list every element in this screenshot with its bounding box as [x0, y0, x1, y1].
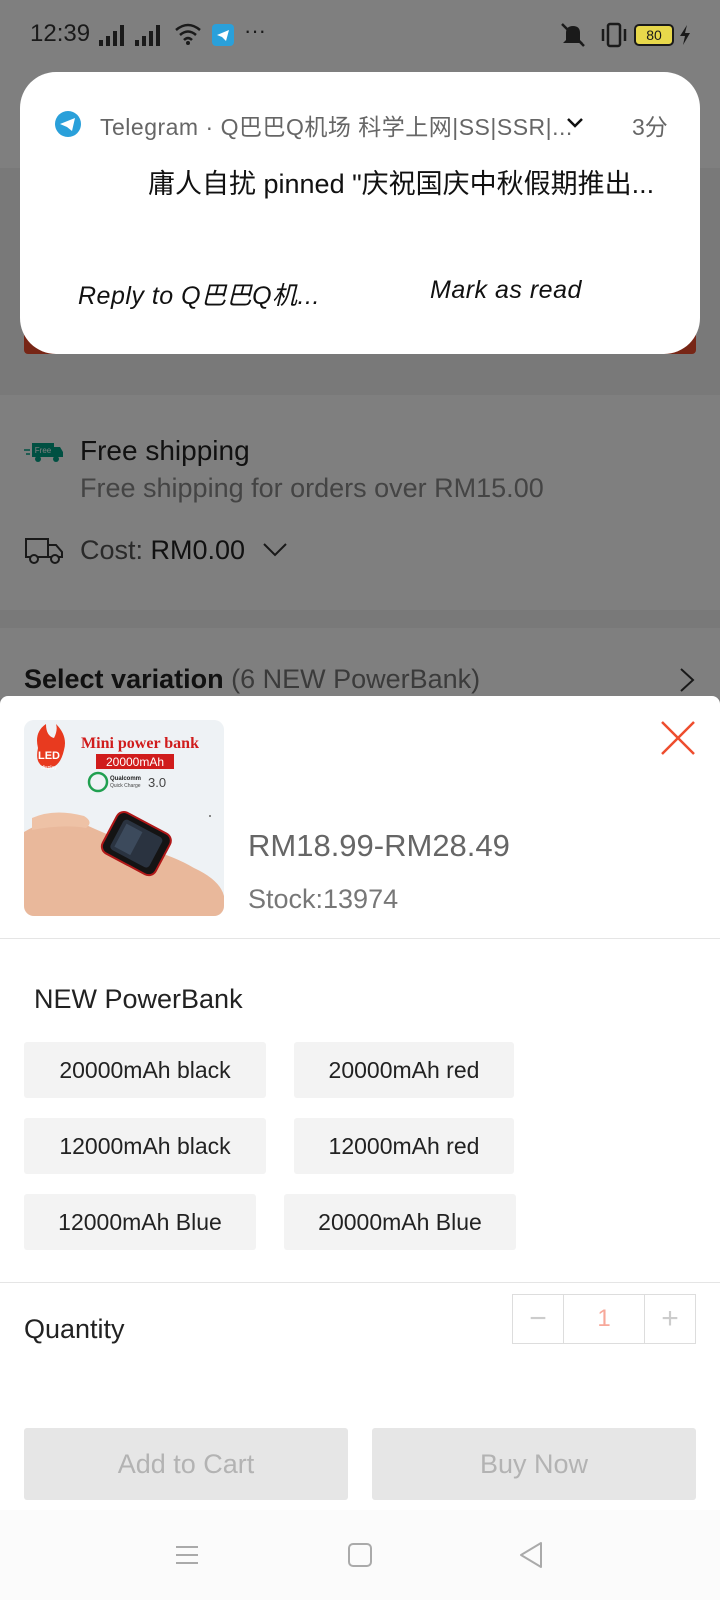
- option-chip[interactable]: 12000mAh red: [294, 1118, 514, 1174]
- mark-as-read-button[interactable]: Mark as read: [430, 276, 582, 305]
- close-icon[interactable]: [658, 718, 698, 758]
- divider: [0, 938, 720, 939]
- image-qc-version: 3.0: [148, 775, 166, 790]
- mute-bell-icon: [561, 23, 585, 47]
- option-group-title: NEW PowerBank: [34, 984, 243, 1014]
- price-range: RM18.99-RM28.49: [248, 828, 510, 863]
- more-notifications-icon: ···: [244, 18, 266, 43]
- menu-icon[interactable]: [172, 1540, 202, 1570]
- notification-header: Telegram · Q巴巴Q机场 科学上网|SS|SSR|...: [100, 108, 573, 142]
- increment-button[interactable]: +: [645, 1295, 695, 1343]
- reply-action-button[interactable]: Reply to Q巴巴Q机...: [78, 276, 320, 312]
- notification-separator: ·: [205, 114, 214, 140]
- quantity-input[interactable]: 1: [563, 1295, 645, 1343]
- system-navigation-bar: [0, 1510, 720, 1600]
- variation-bottom-sheet: LED display Mini power bank 20000mAh Qua…: [0, 696, 720, 1600]
- image-capacity-text: 20000mAh: [106, 755, 164, 769]
- notification-app-name: Telegram: [100, 114, 199, 140]
- option-chip[interactable]: 20000mAh red: [294, 1042, 514, 1098]
- vibrate-icon: [601, 22, 627, 48]
- back-icon[interactable]: [516, 1540, 546, 1570]
- wifi-icon: [175, 23, 201, 45]
- clock: 12:39: [30, 20, 91, 47]
- telegram-status-icon: [212, 24, 234, 46]
- image-title-text: Mini power bank: [81, 735, 199, 752]
- divider: [0, 1282, 720, 1283]
- notification-message: 庸人自扰 pinned "庆祝国庆中秋假期推出...: [148, 169, 655, 199]
- home-icon[interactable]: [345, 1540, 375, 1570]
- option-chip[interactable]: 20000mAh black: [24, 1042, 266, 1098]
- battery-icon: 80: [634, 24, 674, 46]
- notification-time: 3分: [632, 114, 668, 140]
- product-thumbnail: LED display Mini power bank 20000mAh Qua…: [24, 720, 224, 916]
- signal-icon: [99, 25, 124, 46]
- option-chip[interactable]: 12000mAh Blue: [24, 1194, 256, 1250]
- notification-chat-title: Q巴巴Q机场 科学上网|SS|SSR|...: [220, 114, 573, 140]
- led-badge-subtext: display: [41, 765, 57, 771]
- add-to-cart-button[interactable]: Add to Cart: [24, 1428, 348, 1500]
- telegram-icon: [55, 111, 81, 137]
- telegram-notification[interactable]: Telegram · Q巴巴Q机场 科学上网|SS|SSR|... 3分 庸人自…: [20, 72, 700, 354]
- option-chip[interactable]: 12000mAh black: [24, 1118, 266, 1174]
- image-qc-text: Quick Charge: [110, 783, 141, 789]
- stock-count: Stock:13974: [248, 884, 399, 914]
- buy-now-button[interactable]: Buy Now: [372, 1428, 696, 1500]
- signal-icon: [135, 25, 160, 46]
- power-bank-product-image: LED display Mini power bank 20000mAh Qua…: [24, 720, 224, 916]
- quantity-stepper[interactable]: − 1 +: [512, 1294, 696, 1344]
- quantity-label: Quantity: [24, 1314, 125, 1344]
- image-qc-brand: Qualcomm: [110, 776, 141, 782]
- status-bar: 12:39 ··· 80: [0, 0, 720, 70]
- option-chip[interactable]: 20000mAh Blue: [284, 1194, 516, 1250]
- led-badge-text: LED: [38, 750, 60, 762]
- charging-bolt-icon: [680, 25, 690, 45]
- decrement-button[interactable]: −: [513, 1295, 563, 1343]
- expand-chevron-icon[interactable]: [566, 116, 584, 130]
